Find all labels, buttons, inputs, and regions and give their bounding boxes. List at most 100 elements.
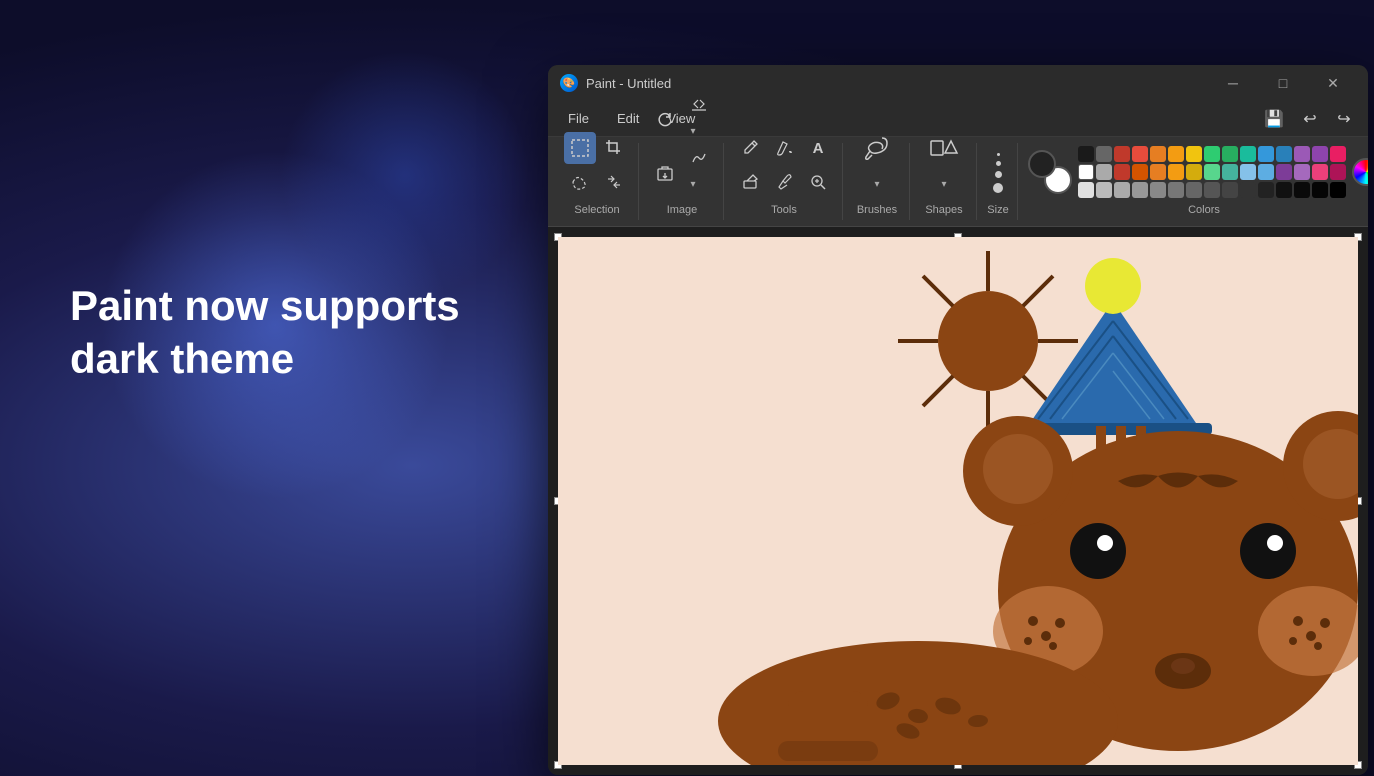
brush-dropdown[interactable]: ▾ bbox=[853, 170, 901, 198]
color-red[interactable] bbox=[1132, 146, 1148, 162]
close-button[interactable]: ✕ bbox=[1310, 67, 1356, 99]
freeform-select-button[interactable] bbox=[564, 166, 596, 198]
headline-text: Paint now supports dark theme bbox=[70, 280, 490, 385]
color-purple4[interactable] bbox=[1294, 164, 1310, 180]
color-teal[interactable] bbox=[1240, 146, 1256, 162]
color-gray4[interactable] bbox=[1114, 182, 1130, 198]
color-purple[interactable] bbox=[1294, 146, 1310, 162]
menu-file[interactable]: File bbox=[556, 107, 601, 130]
color-purple3[interactable] bbox=[1276, 164, 1292, 180]
color-gray11[interactable] bbox=[1240, 182, 1256, 198]
rotate-button[interactable] bbox=[649, 104, 681, 136]
minimize-button[interactable]: ─ bbox=[1210, 67, 1256, 99]
color-blue[interactable] bbox=[1258, 146, 1274, 162]
size-dot-4[interactable] bbox=[993, 183, 1003, 193]
color-gray6[interactable] bbox=[1150, 182, 1166, 198]
color-yellow[interactable] bbox=[1168, 146, 1184, 162]
color-gray5[interactable] bbox=[1132, 182, 1148, 198]
color-gray15[interactable] bbox=[1312, 182, 1328, 198]
color-pink2[interactable] bbox=[1312, 164, 1328, 180]
color-blue3[interactable] bbox=[1240, 164, 1256, 180]
image-tools-row1: ▾ bbox=[649, 94, 715, 145]
undo-button[interactable]: ↩ bbox=[1294, 103, 1326, 135]
image-tools-row2: ▾ bbox=[649, 147, 715, 198]
tools-label: Tools bbox=[771, 204, 797, 216]
canvas-container bbox=[558, 237, 1358, 765]
color-gray16[interactable] bbox=[1330, 182, 1346, 198]
window-title: Paint - Untitled bbox=[586, 76, 1210, 91]
size-dot-1[interactable] bbox=[997, 153, 1000, 156]
color-gray8[interactable] bbox=[1186, 182, 1202, 198]
bg-blob-2 bbox=[280, 50, 530, 300]
color-gray14[interactable] bbox=[1294, 182, 1310, 198]
resize-button[interactable] bbox=[683, 94, 715, 116]
color-gray1[interactable] bbox=[1096, 146, 1112, 162]
color-black[interactable] bbox=[1078, 146, 1094, 162]
color-blue2[interactable] bbox=[1276, 146, 1292, 162]
color-green3[interactable] bbox=[1204, 164, 1220, 180]
text-button[interactable]: A bbox=[802, 132, 834, 164]
size-dot-3[interactable] bbox=[995, 171, 1002, 178]
color-red3[interactable] bbox=[1114, 164, 1130, 180]
color-palette bbox=[1078, 146, 1346, 198]
color-green[interactable] bbox=[1204, 146, 1220, 162]
color-pink3[interactable] bbox=[1330, 164, 1346, 180]
color-yellow2[interactable] bbox=[1186, 146, 1202, 162]
drawing-tools-row1: A bbox=[734, 132, 834, 164]
color-gray10[interactable] bbox=[1222, 182, 1238, 198]
magnifier-button[interactable] bbox=[802, 166, 834, 198]
custom-color-button[interactable]: + bbox=[1352, 158, 1368, 186]
color-orange2[interactable] bbox=[1132, 164, 1148, 180]
color-teal2[interactable] bbox=[1222, 164, 1238, 180]
rectangular-select-button[interactable] bbox=[564, 132, 596, 164]
pencil-button[interactable] bbox=[734, 132, 766, 164]
color-white[interactable] bbox=[1078, 164, 1094, 180]
color-purple2[interactable] bbox=[1312, 146, 1328, 162]
shapes-group: ▾ Shapes bbox=[912, 143, 977, 220]
color-green2[interactable] bbox=[1222, 146, 1238, 162]
color-yellow3[interactable] bbox=[1168, 164, 1184, 180]
selection-tools-row2 bbox=[564, 166, 630, 198]
color-pink[interactable] bbox=[1330, 146, 1346, 162]
brush-button[interactable] bbox=[853, 128, 901, 168]
foreground-color-swatch[interactable] bbox=[1028, 150, 1056, 178]
size-label: Size bbox=[987, 204, 1008, 216]
redo-button[interactable]: ↪ bbox=[1328, 103, 1360, 135]
color-orange[interactable] bbox=[1150, 146, 1166, 162]
color-light1[interactable] bbox=[1078, 182, 1094, 198]
colors-main: + bbox=[1028, 146, 1368, 198]
color-gray7[interactable] bbox=[1168, 182, 1184, 198]
shapes-label: Shapes bbox=[925, 204, 962, 216]
effects-button[interactable] bbox=[683, 147, 715, 169]
save-button[interactable]: 💾 bbox=[1258, 103, 1290, 135]
size-dot-2[interactable] bbox=[996, 161, 1001, 166]
color-blue4[interactable] bbox=[1258, 164, 1274, 180]
color-gray2[interactable] bbox=[1096, 164, 1112, 180]
eraser-button[interactable] bbox=[734, 166, 766, 198]
brushes-label: Brushes bbox=[857, 204, 897, 216]
crop-button[interactable] bbox=[598, 132, 630, 164]
fill-button[interactable] bbox=[768, 132, 800, 164]
shapes-dropdown[interactable]: ▾ bbox=[920, 170, 968, 198]
eyedropper-button[interactable] bbox=[768, 166, 800, 198]
color-gray9[interactable] bbox=[1204, 182, 1220, 198]
maximize-button[interactable]: □ bbox=[1260, 67, 1306, 99]
selection-label: Selection bbox=[574, 204, 619, 216]
menu-edit[interactable]: Edit bbox=[605, 107, 651, 130]
color-gray13[interactable] bbox=[1276, 182, 1292, 198]
drawing-tools-row2 bbox=[734, 166, 834, 198]
drawing-canvas[interactable] bbox=[558, 237, 1358, 765]
select-all-button[interactable] bbox=[598, 166, 630, 198]
color-orange3[interactable] bbox=[1150, 164, 1166, 180]
color-gray12[interactable] bbox=[1258, 182, 1274, 198]
effects-dropdown[interactable]: ▾ bbox=[683, 170, 703, 198]
import-image-button[interactable] bbox=[649, 157, 681, 189]
color-gray3[interactable] bbox=[1096, 182, 1112, 198]
color-red-dark[interactable] bbox=[1114, 146, 1130, 162]
color-yellow4[interactable] bbox=[1186, 164, 1202, 180]
colors-label: Colors bbox=[1188, 204, 1220, 216]
resize-dropdown[interactable]: ▾ bbox=[683, 117, 703, 145]
selection-group: Selection bbox=[556, 143, 639, 220]
shapes-button[interactable] bbox=[920, 128, 968, 168]
tools-group: A bbox=[726, 143, 843, 220]
